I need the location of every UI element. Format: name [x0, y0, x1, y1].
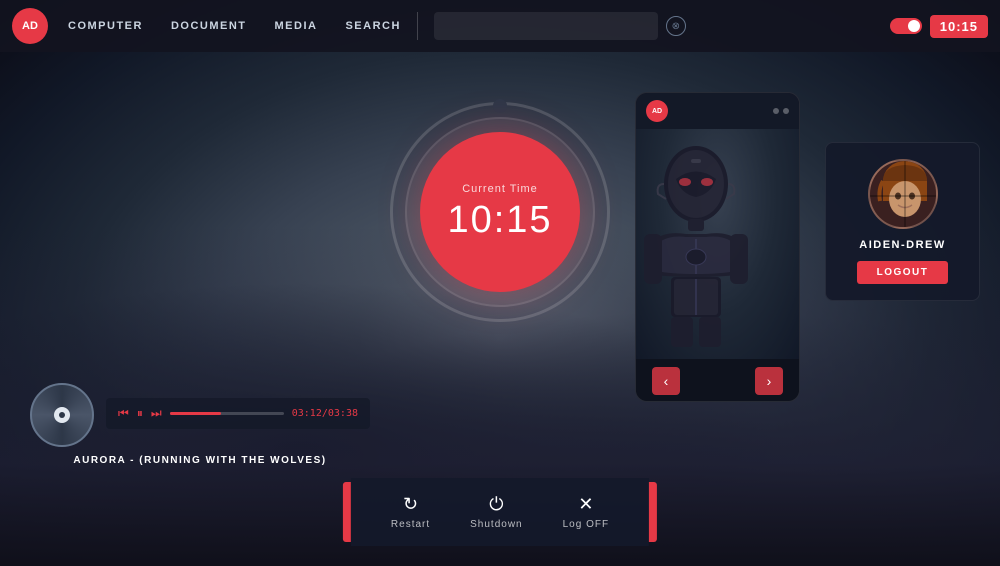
- player-controls-area: ⏮ ⏸ ⏭ 03:12/03:38: [106, 398, 370, 433]
- phone-dots: [773, 108, 789, 114]
- phone-footer: ‹ ›: [636, 359, 799, 402]
- progress-bar[interactable]: [170, 412, 284, 415]
- phone-image: [636, 129, 799, 359]
- clock-face: Current Time 10:15: [420, 132, 580, 292]
- vinyl-dot: [59, 412, 65, 418]
- phone-panel: AD: [635, 92, 800, 402]
- phone-dot-1: [773, 108, 779, 114]
- restart-button[interactable]: ↻ Restart: [371, 488, 450, 536]
- logoff-label: Log OFF: [563, 519, 609, 530]
- phone-prev-button[interactable]: ‹: [652, 367, 680, 395]
- clock-toggle-area: 10:15: [890, 15, 988, 38]
- clock-outer-ring: Current Time 10:15: [390, 102, 610, 322]
- action-buttons: ↻ Restart ⏻ Shutdown ✕ Log OFF: [351, 478, 649, 546]
- pause-button[interactable]: ⏸: [137, 406, 143, 421]
- user-avatar: [868, 159, 938, 229]
- shutdown-label: Shutdown: [470, 519, 522, 530]
- logo-button[interactable]: AD: [12, 8, 48, 44]
- navbar-clock: 10:15: [930, 15, 988, 38]
- clock-label: Current Time: [462, 183, 538, 195]
- avatar-svg: [870, 161, 938, 229]
- search-input[interactable]: [434, 12, 658, 40]
- vinyl-disc: [30, 383, 94, 447]
- toggle-switch[interactable]: [890, 18, 922, 34]
- logoff-button[interactable]: ✕ Log OFF: [543, 488, 629, 536]
- clock-inner-ring: Current Time 10:15: [405, 117, 595, 307]
- phone-header: AD: [636, 93, 799, 129]
- logout-button[interactable]: LOGOUT: [857, 261, 949, 284]
- track-title: AURORA - (RUNNING WITH THE WOLVES): [30, 455, 370, 466]
- player-row: ⏮ ⏸ ⏭ 03:12/03:38: [30, 383, 370, 447]
- right-accent: [649, 482, 657, 542]
- clock-widget: Current Time 10:15: [390, 102, 610, 322]
- search-clear-button[interactable]: ⊗: [666, 16, 686, 36]
- restart-label: Restart: [391, 519, 430, 530]
- username: AIDEN-DREW: [859, 239, 946, 251]
- logoff-icon: ✕: [578, 494, 593, 515]
- restart-icon: ↻: [403, 494, 418, 515]
- shutdown-icon: ⏻: [489, 494, 503, 515]
- bottom-panel: ↻ Restart ⏻ Shutdown ✕ Log OFF: [343, 478, 657, 546]
- clock-time-display: 10:15: [447, 199, 552, 242]
- nav-search[interactable]: SEARCH: [345, 20, 400, 32]
- nav-document[interactable]: DOCUMENT: [171, 20, 247, 32]
- time-display: 03:12/03:38: [292, 408, 358, 419]
- vinyl-center: [54, 407, 70, 423]
- prev-button[interactable]: ⏮: [118, 406, 129, 421]
- phone-dot-2: [783, 108, 789, 114]
- progress-fill: [170, 412, 221, 415]
- nav-media[interactable]: MEDIA: [275, 20, 318, 32]
- shutdown-button[interactable]: ⏻ Shutdown: [450, 488, 542, 536]
- robot-figure: [636, 129, 756, 349]
- nav-menu: COMPUTER DOCUMENT MEDIA SEARCH: [68, 20, 401, 32]
- phone-logo: AD: [646, 100, 668, 122]
- clock-dot: [493, 99, 507, 113]
- next-button[interactable]: ⏭: [151, 406, 162, 421]
- media-player: ⏮ ⏸ ⏭ 03:12/03:38 AURORA - (RUNNING WITH…: [30, 383, 370, 466]
- phone-next-button[interactable]: ›: [755, 367, 783, 395]
- controls-bar: ⏮ ⏸ ⏭ 03:12/03:38: [106, 398, 370, 429]
- content-area: Current Time 10:15 ⏮ ⏸ ⏭: [0, 52, 1000, 566]
- user-card: AIDEN-DREW LOGOUT: [825, 142, 980, 301]
- navbar: AD COMPUTER DOCUMENT MEDIA SEARCH ⊗ 10:1…: [0, 0, 1000, 52]
- nav-divider: [417, 12, 418, 40]
- nav-computer[interactable]: COMPUTER: [68, 20, 143, 32]
- left-accent: [343, 482, 351, 542]
